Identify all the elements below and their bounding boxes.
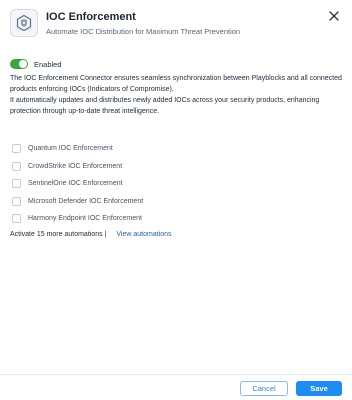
automation-label: CrowdStrike IOC Enforcement: [28, 162, 123, 170]
cancel-button[interactable]: Cancel: [240, 381, 288, 396]
more-automations: Activate 15 more automations | View autom…: [10, 231, 172, 238]
dialog-subtitle: Automate IOC Distribution for Maximum Th…: [46, 27, 241, 36]
automation-item-crowdstrike[interactable]: CrowdStrike IOC Enforcement: [12, 158, 312, 176]
automation-item-microsoft-defender[interactable]: Microsoft Defender IOC Enforcement: [12, 193, 312, 211]
automation-checkbox[interactable]: [12, 179, 21, 189]
description: The IOC Enforcement Connector ensures se…: [10, 73, 342, 117]
automation-label: SentinelOne IOC Enforcement: [28, 180, 123, 188]
automation-item-sentinelone[interactable]: SentinelOne IOC Enforcement: [12, 175, 312, 193]
view-automations-link[interactable]: View automations: [116, 231, 171, 238]
ioc-enforcement-dialog: IOC Enforcement Automate IOC Distributio…: [0, 0, 352, 400]
automation-checkbox[interactable]: [12, 161, 21, 171]
toggle-knob: [19, 60, 27, 68]
save-button[interactable]: Save: [296, 381, 342, 396]
automation-checkbox[interactable]: [12, 196, 21, 206]
automation-label: Harmony Endpoint IOC Enforcement: [28, 215, 142, 223]
description-line-1: The IOC Enforcement Connector ensures se…: [10, 75, 342, 93]
dialog-title: IOC Enforcement: [46, 11, 136, 23]
automation-label: Microsoft Defender IOC Enforcement: [28, 197, 144, 205]
enabled-toggle-row: Enabled: [10, 58, 62, 70]
enabled-toggle[interactable]: [10, 59, 28, 69]
automation-checkbox[interactable]: [12, 144, 21, 154]
automation-label: Quantum IOC Enforcement: [28, 145, 113, 153]
automation-list: Quantum IOC Enforcement CrowdStrike IOC …: [12, 140, 312, 228]
automation-item-quantum[interactable]: Quantum IOC Enforcement: [12, 140, 312, 158]
close-icon: [329, 11, 339, 21]
description-line-2: It automatically updates and distributes…: [10, 97, 320, 115]
shield-hexagon-icon: [10, 9, 38, 37]
more-automations-text: Activate 15 more automations |: [10, 231, 107, 238]
automation-item-harmony-endpoint[interactable]: Harmony Endpoint IOC Enforcement: [12, 210, 312, 228]
close-button[interactable]: [326, 8, 342, 24]
dialog-header: IOC Enforcement Automate IOC Distributio…: [10, 8, 342, 40]
footer-divider: [0, 374, 352, 375]
toggle-label: Enabled: [34, 59, 62, 69]
automation-checkbox[interactable]: [12, 214, 21, 224]
